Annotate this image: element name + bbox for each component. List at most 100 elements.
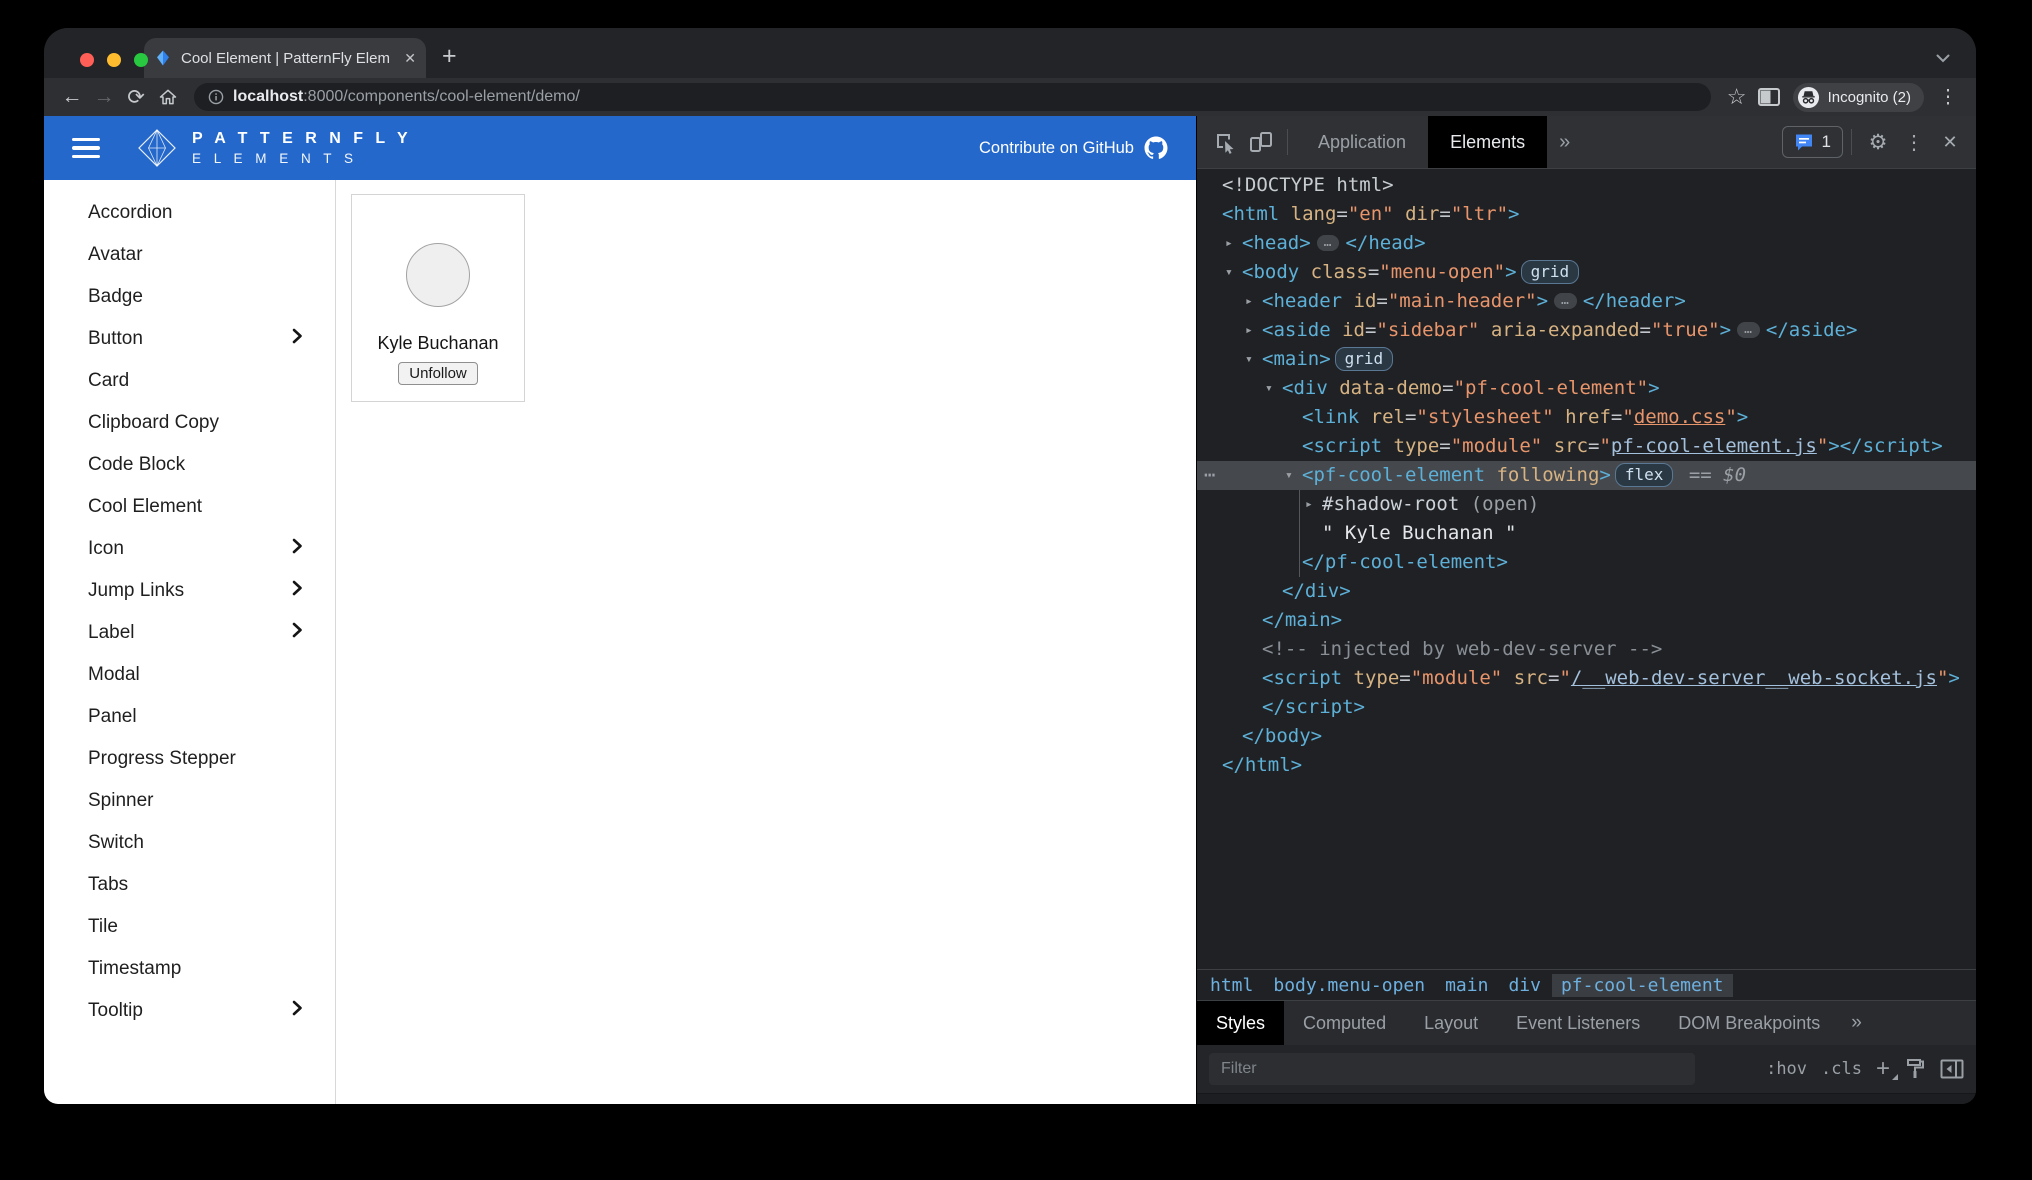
collapse-arrow-icon[interactable]: ▾	[1245, 345, 1253, 374]
devtools-menu-kebab-icon[interactable]: ⋮	[1896, 124, 1932, 160]
dom-tree-row[interactable]: ▾<main>grid	[1197, 345, 1976, 374]
patternfly-brand[interactable]: P A T T E R N F L Y E L E M E N T S	[136, 128, 412, 168]
side-panel-icon[interactable]	[1753, 81, 1785, 113]
layout-badge[interactable]: grid	[1521, 260, 1580, 284]
panel-tab-event-listeners[interactable]: Event Listeners	[1497, 1001, 1659, 1045]
sidebar-item-cool-element[interactable]: Cool Element	[44, 486, 335, 528]
dom-tree-row[interactable]: </script>	[1197, 693, 1976, 722]
zoom-window-button[interactable]	[134, 53, 148, 67]
expand-arrow-icon[interactable]: ▸	[1225, 229, 1233, 258]
dom-tree-row[interactable]: </pf-cool-element>	[1197, 548, 1976, 577]
forward-button[interactable]: →	[88, 81, 120, 113]
address-bar[interactable]: localhost:8000/components/cool-element/d…	[194, 83, 1711, 111]
browser-tab[interactable]: Cool Element | PatternFly Elem ✕	[144, 38, 426, 78]
close-window-button[interactable]	[80, 53, 94, 67]
new-style-rule-button[interactable]: +	[1876, 1057, 1890, 1081]
settings-gear-icon[interactable]: ⚙	[1860, 124, 1896, 160]
bookmark-star-icon[interactable]: ☆	[1721, 81, 1753, 113]
unfollow-button[interactable]: Unfollow	[398, 362, 478, 385]
close-tab-icon[interactable]: ✕	[404, 50, 416, 67]
issues-counter[interactable]: 1	[1782, 126, 1843, 158]
breadcrumb-html[interactable]: html	[1201, 974, 1262, 997]
breadcrumb-div[interactable]: div	[1499, 974, 1550, 997]
rendering-emulation-icon[interactable]	[1904, 1058, 1926, 1080]
expand-ellipsis-button[interactable]: …	[1554, 293, 1577, 309]
sidebar-item-clipboard-copy[interactable]: Clipboard Copy	[44, 402, 335, 444]
layout-badge[interactable]: flex	[1615, 463, 1674, 487]
reload-button[interactable]: ⟳	[120, 81, 152, 113]
sidebar-item-modal[interactable]: Modal	[44, 654, 335, 696]
sidebar-item-jump-links[interactable]: Jump Links	[44, 570, 335, 612]
close-devtools-icon[interactable]: ✕	[1932, 124, 1968, 160]
dom-tree-row[interactable]: <!-- injected by web-dev-server -->	[1197, 635, 1976, 664]
sidebar-item-tabs[interactable]: Tabs	[44, 864, 335, 906]
panel-tab-styles[interactable]: Styles	[1197, 1001, 1284, 1045]
sidebar-item-timestamp[interactable]: Timestamp	[44, 948, 335, 990]
sidebar-item-code-block[interactable]: Code Block	[44, 444, 335, 486]
toggle-hover-state[interactable]: :hov	[1766, 1059, 1807, 1079]
dom-tree-row[interactable]: <script type="module" src="pf-cool-eleme…	[1197, 432, 1976, 461]
dom-tree-row[interactable]: </body>	[1197, 722, 1976, 751]
sidebar-item-avatar[interactable]: Avatar	[44, 234, 335, 276]
dom-tree-row[interactable]: ▸<aside id="sidebar" aria-expanded="true…	[1197, 316, 1976, 345]
panel-tab-computed[interactable]: Computed	[1284, 1001, 1405, 1045]
expand-ellipsis-button[interactable]: …	[1317, 235, 1340, 251]
panel-tab-layout[interactable]: Layout	[1405, 1001, 1497, 1045]
back-button[interactable]: ←	[56, 81, 88, 113]
dock-sidebar-icon[interactable]	[1940, 1059, 1964, 1079]
breadcrumb-main[interactable]: main	[1436, 974, 1497, 997]
dom-tree-row[interactable]: <link rel="stylesheet" href="demo.css">	[1197, 403, 1976, 432]
dom-tree-row[interactable]: ▸<header id="main-header">…</header>	[1197, 287, 1976, 316]
dom-tree-row[interactable]: <!DOCTYPE html>	[1197, 171, 1976, 200]
dom-tree-row[interactable]: </main>	[1197, 606, 1976, 635]
sidebar-item-panel[interactable]: Panel	[44, 696, 335, 738]
expand-arrow-icon[interactable]: ▸	[1245, 287, 1253, 316]
dom-tree-row[interactable]: ▸<head>…</head>	[1197, 229, 1976, 258]
inspect-element-icon[interactable]	[1207, 124, 1243, 160]
dom-tree-row[interactable]: ⋯▾<pf-cool-element following>flex == $0	[1197, 461, 1976, 490]
contribute-github-link[interactable]: Contribute on GitHub	[979, 136, 1168, 160]
styles-filter-input[interactable]	[1209, 1053, 1695, 1085]
sidebar-item-switch[interactable]: Switch	[44, 822, 335, 864]
panel-tab-dom-breakpoints[interactable]: DOM Breakpoints	[1659, 1001, 1839, 1045]
layout-badge[interactable]: grid	[1335, 347, 1394, 371]
collapse-arrow-icon[interactable]: ▾	[1265, 374, 1273, 403]
dom-tree-row[interactable]: </div>	[1197, 577, 1976, 606]
dom-tree-row[interactable]: <script type="module" src="/__web-dev-se…	[1197, 664, 1976, 693]
dom-tree-row[interactable]: ▾<body class="menu-open">grid	[1197, 258, 1976, 287]
page-info-icon[interactable]	[208, 89, 224, 105]
tab-search-chevron-icon[interactable]	[1936, 50, 1950, 68]
url-text[interactable]: localhost:8000/components/cool-element/d…	[233, 88, 580, 106]
dom-tree-row[interactable]: ▸#shadow-root (open)	[1197, 490, 1976, 519]
more-tabs-icon[interactable]: »	[1547, 131, 1582, 154]
sidebar-item-button[interactable]: Button	[44, 318, 335, 360]
sidebar-item-label[interactable]: Label	[44, 612, 335, 654]
sidebar-item-card[interactable]: Card	[44, 360, 335, 402]
expand-arrow-icon[interactable]: ▸	[1245, 316, 1253, 345]
breadcrumb-body.menu-open[interactable]: body.menu-open	[1264, 974, 1434, 997]
dom-tree-row[interactable]: " Kyle Buchanan "	[1197, 519, 1976, 548]
dom-tree-row[interactable]: </html>	[1197, 751, 1976, 780]
toggle-classes[interactable]: .cls	[1821, 1059, 1862, 1079]
sidebar-item-progress-stepper[interactable]: Progress Stepper	[44, 738, 335, 780]
breadcrumb-pf-cool-element[interactable]: pf-cool-element	[1552, 974, 1733, 997]
home-button[interactable]	[152, 81, 184, 113]
new-tab-button[interactable]: +	[442, 44, 457, 69]
browser-menu-kebab-icon[interactable]: ⋮	[1932, 81, 1964, 113]
sidebar-item-tooltip[interactable]: Tooltip	[44, 990, 335, 1032]
minimize-window-button[interactable]	[107, 53, 121, 67]
sidebar-item-accordion[interactable]: Accordion	[44, 192, 335, 234]
dom-tree-row[interactable]: <html lang="en" dir="ltr">	[1197, 200, 1976, 229]
hamburger-menu-icon[interactable]	[72, 138, 100, 159]
sidebar-item-icon[interactable]: Icon	[44, 528, 335, 570]
devtools-tab-application[interactable]: Application	[1296, 116, 1428, 168]
collapse-arrow-icon[interactable]: ▾	[1285, 461, 1293, 490]
collapse-arrow-icon[interactable]: ▾	[1225, 258, 1233, 287]
dom-tree-row[interactable]: ▾<div data-demo="pf-cool-element">	[1197, 374, 1976, 403]
device-toolbar-icon[interactable]	[1243, 124, 1279, 160]
expand-ellipsis-button[interactable]: …	[1737, 322, 1760, 338]
devtools-tab-elements[interactable]: Elements	[1428, 116, 1547, 168]
sidebar-item-badge[interactable]: Badge	[44, 276, 335, 318]
sidebar-item-tile[interactable]: Tile	[44, 906, 335, 948]
more-panel-tabs-icon[interactable]: »	[1839, 1012, 1868, 1034]
